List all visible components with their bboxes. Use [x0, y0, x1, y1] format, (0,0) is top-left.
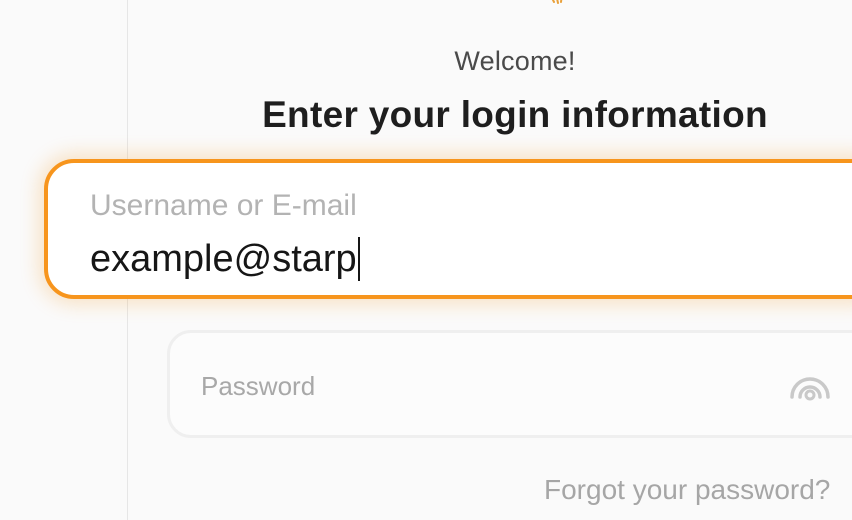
password-placeholder: Password — [201, 371, 316, 401]
username-label: Username or E-mail — [90, 189, 357, 222]
username-input[interactable]: example@starp — [90, 237, 360, 281]
welcome-text: Welcome! — [454, 46, 576, 76]
eye-icon[interactable] — [788, 367, 832, 403]
logo-icon — [551, 0, 563, 4]
password-field[interactable]: Password — [167, 330, 852, 438]
text-caret — [357, 237, 360, 281]
forgot-password-link[interactable]: Forgot your password? — [544, 474, 830, 506]
username-value: example@starp — [90, 237, 357, 280]
username-field[interactable]: Username or E-mail example@starp — [44, 159, 852, 299]
page-title: Enter your login information — [262, 94, 768, 135]
